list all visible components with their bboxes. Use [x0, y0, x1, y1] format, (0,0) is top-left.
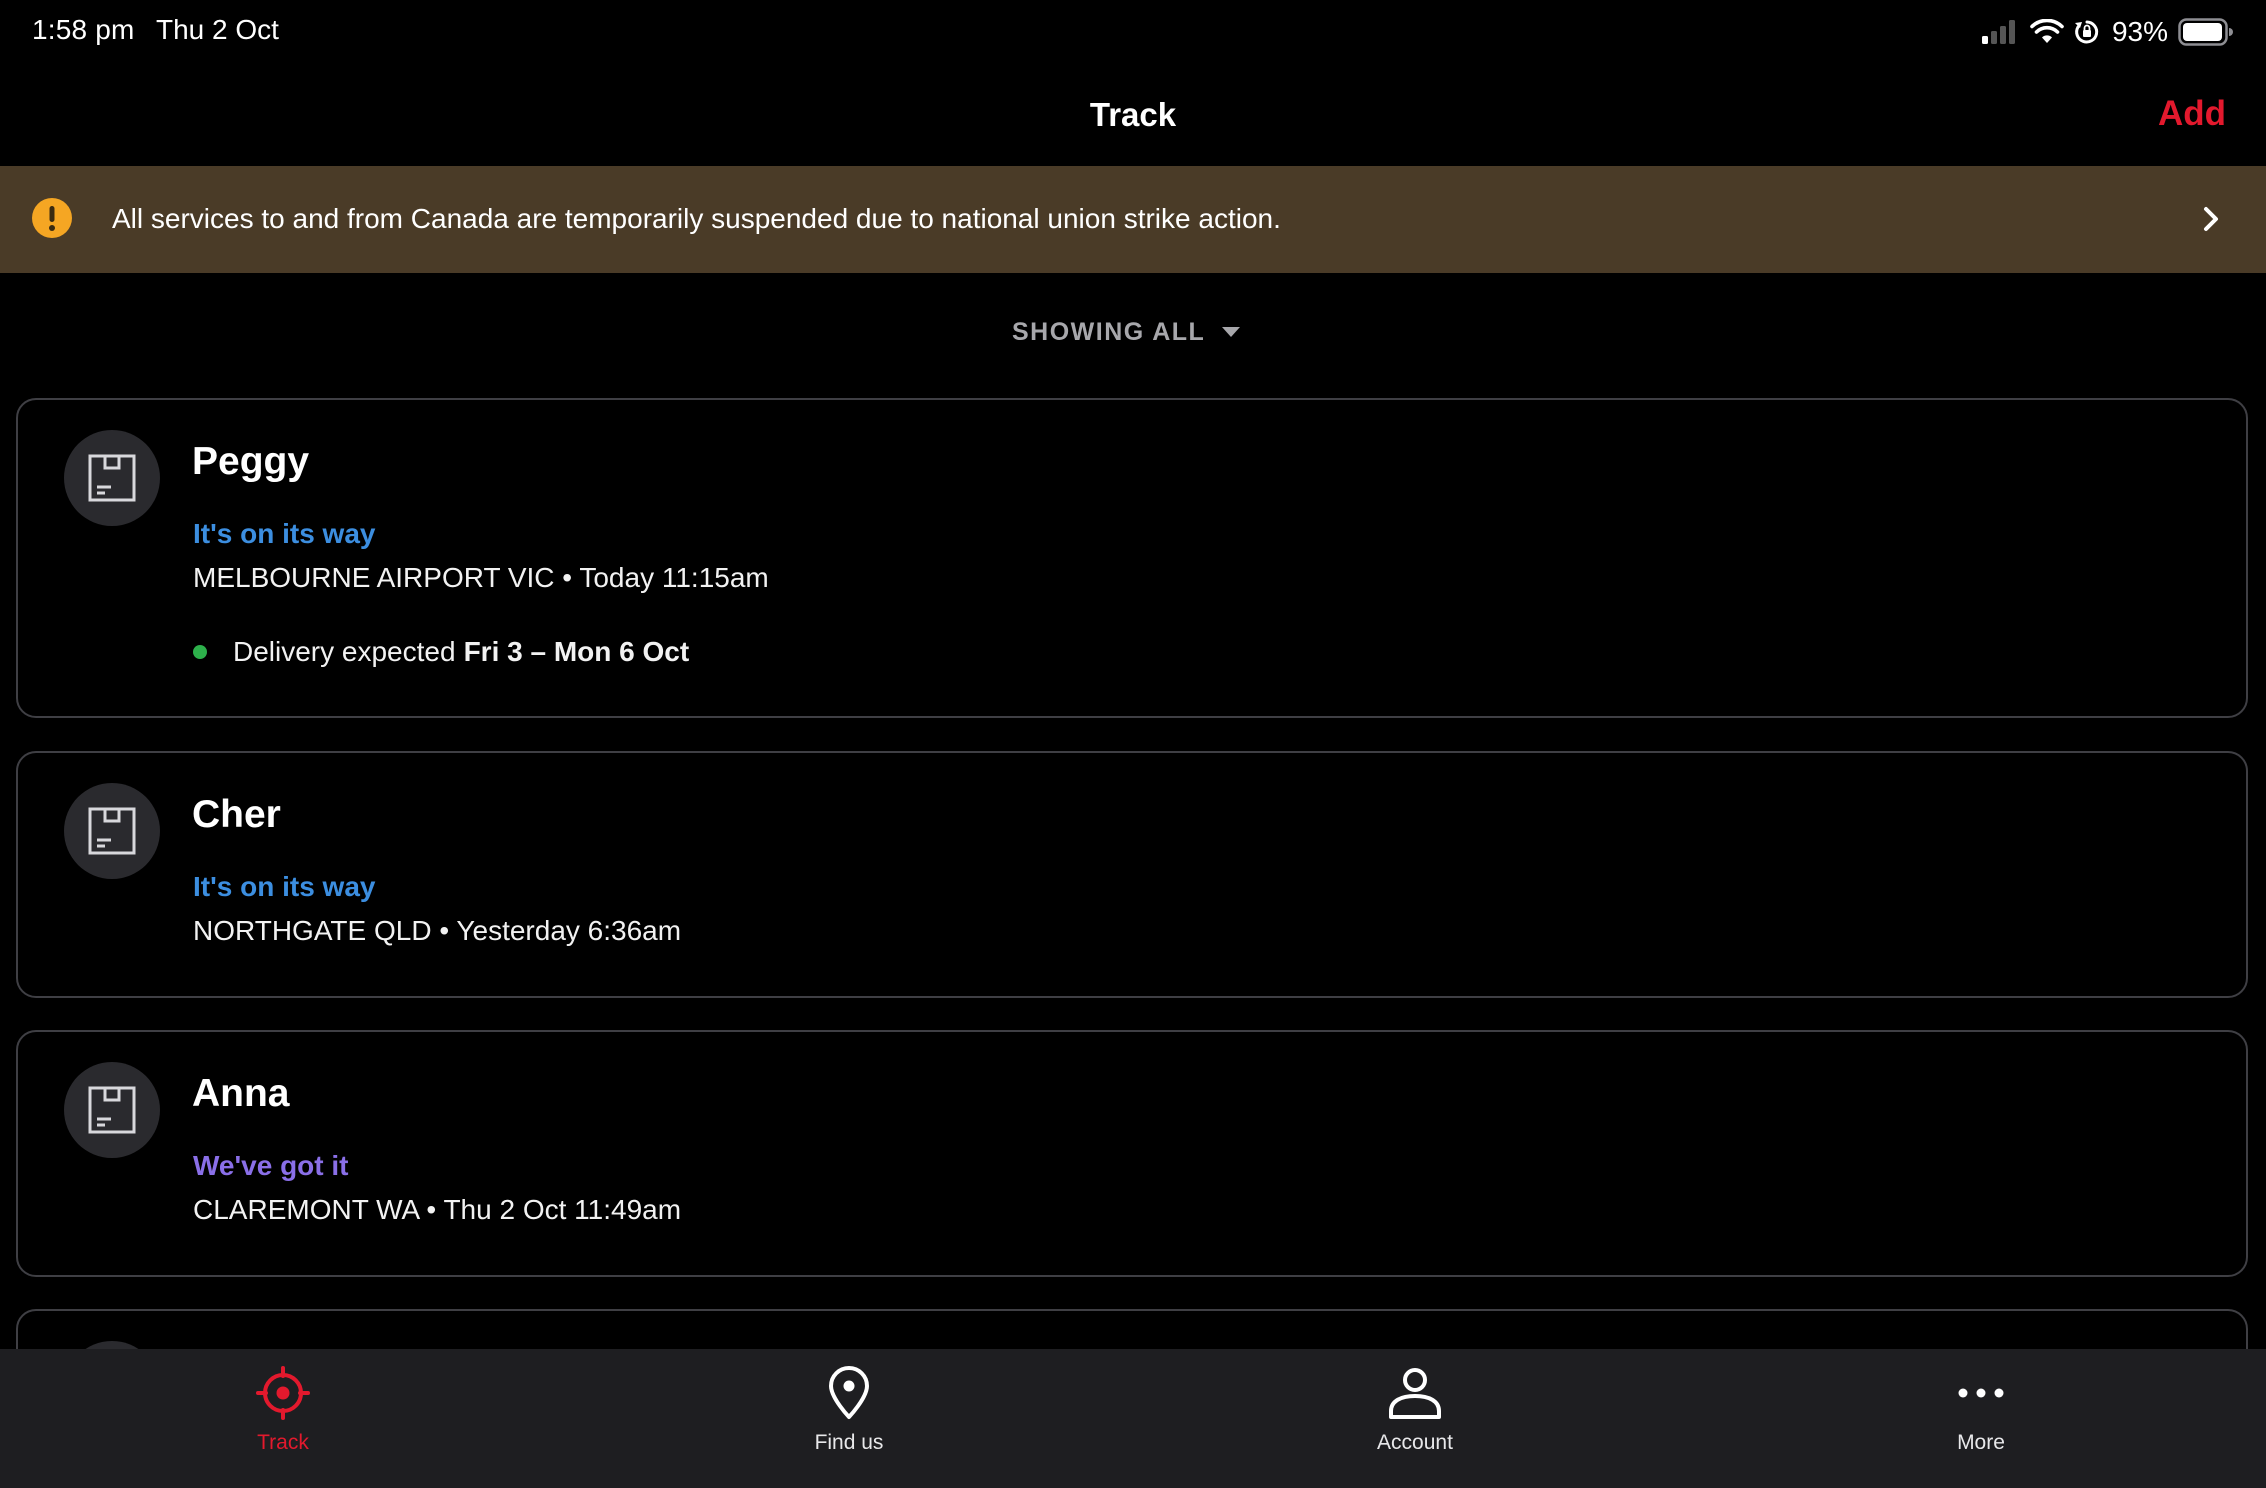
more-dots-icon [1951, 1363, 2011, 1423]
parcel-status: We've got it [193, 1150, 349, 1181]
service-alert-banner[interactable]: All services to and from Canada are temp… [0, 166, 2266, 273]
tab-label: More [1957, 1431, 2005, 1454]
delivery-prefix: Delivery expected [233, 636, 456, 667]
parcel-name: Cher [192, 793, 281, 836]
delivery-status-dot [193, 645, 207, 659]
filter-label: SHOWING ALL [1012, 317, 1206, 346]
alert-message: All services to and from Canada are temp… [112, 203, 1281, 234]
caret-down-icon [1222, 327, 1241, 337]
parcel-location: NORTHGATE QLD • Yesterday 6:36am [193, 915, 682, 946]
parcel-location: CLAREMONT WA • Thu 2 Oct 11:49am [193, 1194, 682, 1225]
parcel-box-icon [88, 807, 136, 855]
tab-label: Account [1377, 1431, 1453, 1454]
page-title: Track [1089, 96, 1177, 133]
status-time: 1:58 pm [32, 14, 135, 45]
orientation-lock-icon [2074, 20, 2099, 44]
status-indicators: 93% [1981, 12, 2234, 52]
tab-label: Track [257, 1431, 309, 1454]
cellular-signal-icon [1981, 20, 2015, 44]
parcel-status: It's on its way [193, 871, 376, 902]
parcel-name: Peggy [192, 440, 310, 483]
status-bar: 1:58 pm Thu 2 Oct 93% [0, 0, 2266, 64]
person-icon [1385, 1363, 1445, 1423]
parcel-icon-circle [64, 783, 160, 879]
tab-account[interactable]: Account [1132, 1349, 1698, 1488]
chevron-right-icon [2204, 207, 2218, 231]
parcel-icon-circle [64, 1062, 160, 1158]
parcel-location: MELBOURNE AIRPORT VIC • Today 11:15am [193, 562, 769, 593]
parcel-card[interactable]: Anna We've got it CLAREMONT WA • Thu 2 O… [16, 1030, 2248, 1277]
parcel-name: Anna [192, 1072, 290, 1115]
tab-track[interactable]: Track [0, 1349, 566, 1488]
parcel-status: It's on its way [193, 518, 376, 549]
tab-bar: Track Find us Account More [0, 1349, 2266, 1488]
wifi-icon [2030, 19, 2064, 43]
parcel-icon-circle [64, 430, 160, 526]
tab-more[interactable]: More [1698, 1349, 2264, 1488]
warning-icon [32, 198, 72, 238]
parcel-box-icon [88, 1086, 136, 1134]
filter-dropdown[interactable]: SHOWING ALL [1012, 312, 1241, 352]
location-pin-icon [819, 1363, 879, 1423]
add-button[interactable]: Add [2158, 94, 2226, 134]
battery-percentage: 93% [2111, 16, 2168, 47]
delivery-estimate: Delivery expected Fri 3 – Mon 6 Oct [193, 636, 689, 668]
tab-find-us[interactable]: Find us [566, 1349, 1132, 1488]
parcel-card[interactable]: Cher It's on its way NORTHGATE QLD • Yes… [16, 751, 2248, 998]
tab-label: Find us [814, 1431, 884, 1454]
battery-icon [2178, 18, 2233, 46]
delivery-range: Fri 3 – Mon 6 Oct [463, 636, 690, 667]
parcel-box-icon [88, 454, 136, 502]
parcel-card[interactable]: Peggy It's on its way MELBOURNE AIRPORT … [16, 398, 2248, 718]
status-date: Thu 2 Oct [156, 14, 279, 45]
target-icon [253, 1363, 313, 1423]
